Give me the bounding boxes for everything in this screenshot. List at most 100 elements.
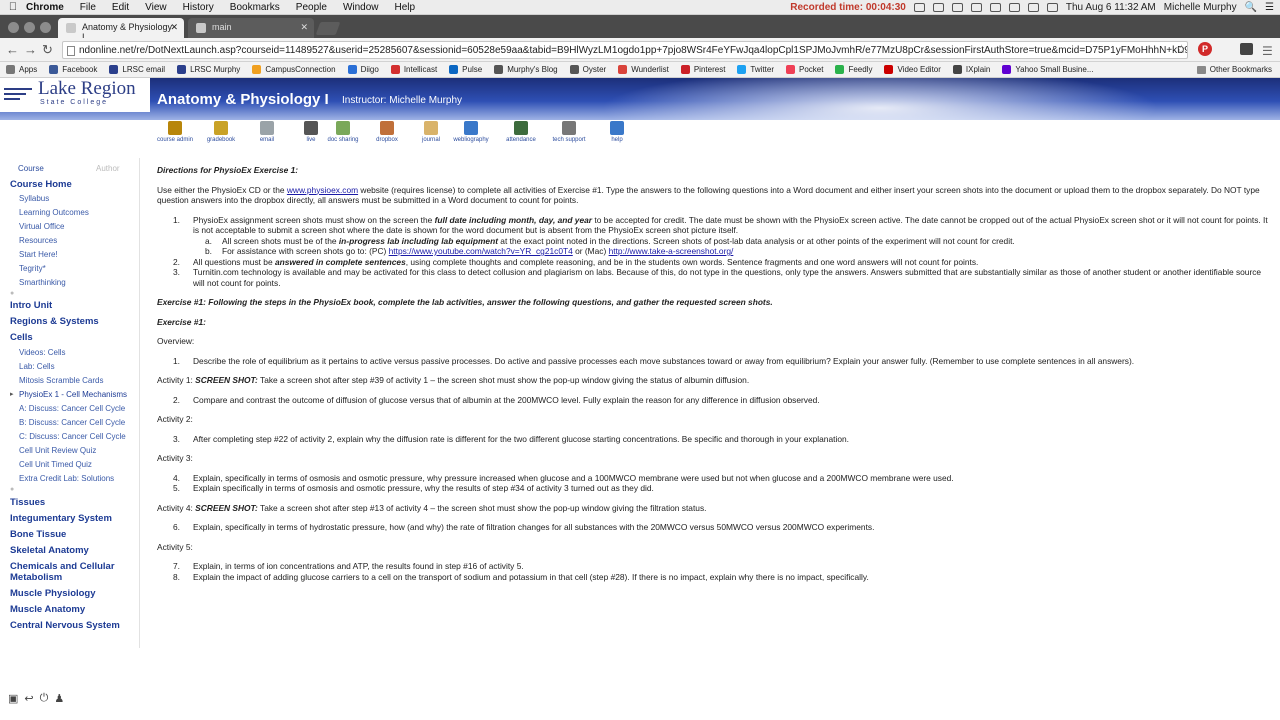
bookmark-twitter[interactable]: Twitter	[737, 65, 774, 74]
screenshot-link[interactable]: http://www.take-a-screenshot.org/	[609, 246, 734, 256]
tool-webliography[interactable]: webliography	[446, 121, 496, 143]
clock[interactable]: Thu Aug 6 11:32 AM	[1066, 2, 1156, 13]
sidebar-item-lab-cells[interactable]: Lab: Cells	[4, 360, 139, 374]
tool-gradebook[interactable]: gradebook	[196, 121, 246, 143]
menu-edit[interactable]: Edit	[112, 2, 129, 13]
return-icon[interactable]: ↩	[24, 692, 33, 705]
sidebar-item-cell-unit-review-quiz[interactable]: Cell Unit Review Quiz	[4, 444, 139, 458]
tool-doc-sharing[interactable]: doc sharing	[318, 121, 368, 143]
sidebar-item-cell-unit-timed-quiz[interactable]: Cell Unit Timed Quiz	[4, 458, 139, 472]
list-icon[interactable]: ☰	[1265, 2, 1274, 13]
users-icon[interactable]: ♟	[54, 692, 64, 705]
menu-history[interactable]: History	[183, 2, 214, 13]
menu-view[interactable]: View	[145, 2, 167, 13]
bookmark-star-icon[interactable]: ☆	[1176, 42, 1187, 56]
sidebar-item-b-discuss-cancer-cell-cycle[interactable]: B: Discuss: Cancer Cell Cycle	[4, 416, 139, 430]
collapse-marker[interactable]: ●	[4, 486, 139, 494]
close-window-button[interactable]	[8, 22, 19, 33]
sidebar-item-syllabus[interactable]: Syllabus	[4, 192, 139, 206]
bookmark-diigo[interactable]: Diigo	[347, 65, 379, 74]
sidebar-bone-tissue[interactable]: Bone Tissue	[4, 526, 139, 542]
sidebar-cells[interactable]: Cells	[4, 330, 139, 346]
bookmark-lrsc-murphy[interactable]: LRSC Murphy	[177, 65, 240, 74]
sidebar-item-resources[interactable]: Resources	[4, 234, 139, 248]
sidebar-muscle-anatomy[interactable]: Muscle Anatomy	[4, 601, 139, 617]
bookmark-yahoo-small-busine[interactable]: Yahoo Small Busine...	[1002, 65, 1094, 74]
physioex-link[interactable]: www.physioex.com	[287, 185, 358, 195]
wifi-icon[interactable]	[1027, 3, 1039, 12]
bookmark-ixplain[interactable]: IXplain	[952, 65, 990, 74]
sidebar-intro-unit[interactable]: Intro Unit	[4, 298, 139, 314]
tool-email[interactable]: email	[242, 121, 292, 143]
chrome-menu-icon[interactable]: ☰	[1262, 44, 1273, 58]
sidebar-item-physioex-1-cell-mechanisms[interactable]: PhysioEx 1 - Cell Mechanisms	[4, 388, 139, 402]
collapse-marker[interactable]: ●	[4, 290, 139, 298]
sidebar-item-c-discuss-cancer-cell-cycle[interactable]: C: Discuss: Cancer Cell Cycle	[4, 430, 139, 444]
bookmark-feedly[interactable]: Feedly	[835, 65, 872, 74]
sidebar-course-home[interactable]: Course Home	[4, 177, 139, 192]
zoom-window-button[interactable]	[40, 22, 51, 33]
dropbox-tray-icon[interactable]	[932, 3, 944, 12]
tool-help[interactable]: help	[592, 121, 642, 143]
reload-icon[interactable]: ↻	[42, 42, 53, 58]
bookmark-campusconnection[interactable]: CampusConnection	[252, 65, 336, 74]
bookmark-apps[interactable]: Apps	[6, 65, 37, 74]
apple-icon[interactable]: 	[0, 1, 26, 13]
sidebar-item-mitosis-scramble-cards[interactable]: Mitosis Scramble Cards	[4, 374, 139, 388]
close-tab-icon[interactable]: ✕	[170, 22, 178, 33]
bell-icon[interactable]	[970, 3, 982, 12]
evernote-tray-icon[interactable]	[951, 3, 963, 12]
close-tab-icon[interactable]: ✕	[300, 22, 308, 33]
hide-sidebar-icon[interactable]: ▣	[8, 692, 18, 705]
menu-people[interactable]: People	[296, 2, 327, 13]
tab-course[interactable]: Course	[18, 164, 96, 173]
bookmark-pinterest[interactable]: Pinterest	[680, 65, 725, 74]
address-bar[interactable]: ndonline.net/re/DotNextLaunch.asp?course…	[62, 41, 1188, 59]
sidebar-tissues[interactable]: Tissues	[4, 494, 139, 510]
bookmark-wunderlist[interactable]: Wunderlist	[618, 65, 669, 74]
menu-app[interactable]: Chrome	[26, 2, 64, 13]
sidebar-chemicals-and-cellular-metabolism[interactable]: Chemicals and Cellular Metabolism	[4, 558, 139, 585]
sidebar-central-nervous-system[interactable]: Central Nervous System	[4, 617, 139, 633]
other-bookmarks[interactable]: Other Bookmarks	[1196, 65, 1272, 74]
bookmark-facebook[interactable]: Facebook	[49, 65, 97, 74]
user-menu[interactable]: Michelle Murphy	[1164, 2, 1237, 13]
bookmark-pulse[interactable]: Pulse	[449, 65, 482, 74]
new-tab-button[interactable]	[315, 22, 341, 35]
menu-help[interactable]: Help	[395, 2, 416, 13]
tab-anatomy[interactable]: Anatomy & Physiology I ✕	[58, 18, 184, 42]
sidebar-item-extra-credit-lab-solutions[interactable]: Extra Credit Lab: Solutions	[4, 472, 139, 486]
sidebar-item-smarthinking[interactable]: Smarthinking	[4, 276, 139, 290]
sidebar-item-virtual-office[interactable]: Virtual Office	[4, 220, 139, 234]
sidebar-integumentary-system[interactable]: Integumentary System	[4, 510, 139, 526]
sidebar-muscle-physiology[interactable]: Muscle Physiology	[4, 585, 139, 601]
tab-main[interactable]: main ✕	[188, 18, 314, 38]
minimize-window-button[interactable]	[24, 22, 35, 33]
record-icon[interactable]	[913, 3, 925, 12]
bookmark-pocket[interactable]: Pocket	[785, 65, 823, 74]
sidebar-item-learning-outcomes[interactable]: Learning Outcomes	[4, 206, 139, 220]
power-icon[interactable]: ⏻	[40, 692, 49, 705]
search-icon[interactable]: 🔍	[1245, 2, 1257, 13]
sidebar-item-tegrity[interactable]: Tegrity*	[4, 262, 139, 276]
tool-dropbox[interactable]: dropbox	[362, 121, 412, 143]
sidebar-item-a-discuss-cancer-cell-cycle[interactable]: A: Discuss: Cancer Cell Cycle	[4, 402, 139, 416]
sidebar-item-videos-cells[interactable]: Videos: Cells	[4, 346, 139, 360]
bookmark-murphy-s-blog[interactable]: Murphy's Blog	[494, 65, 558, 74]
menu-file[interactable]: File	[80, 2, 96, 13]
sidebar-item-start-here[interactable]: Start Here!	[4, 248, 139, 262]
youtube-link[interactable]: https://www.youtube.com/watch?v=YR_cg21c…	[389, 246, 573, 256]
tool-tech-support[interactable]: tech support	[544, 121, 594, 143]
sidebar-skeletal-anatomy[interactable]: Skeletal Anatomy	[4, 542, 139, 558]
battery-icon[interactable]	[989, 3, 1001, 12]
pinterest-extension-icon[interactable]: P	[1198, 42, 1212, 56]
college-logo[interactable]: Lake Region State College	[0, 78, 150, 112]
back-icon[interactable]: ←	[6, 42, 19, 57]
menu-bookmarks[interactable]: Bookmarks	[230, 2, 280, 13]
bookmark-lrsc-email[interactable]: LRSC email	[109, 65, 165, 74]
bookmark-oyster[interactable]: Oyster	[569, 65, 606, 74]
menu-window[interactable]: Window	[343, 2, 379, 13]
bookmark-intellicast[interactable]: Intellicast	[390, 65, 437, 74]
tool-attendance[interactable]: attendance	[496, 121, 546, 143]
volume-icon[interactable]	[1046, 3, 1058, 12]
